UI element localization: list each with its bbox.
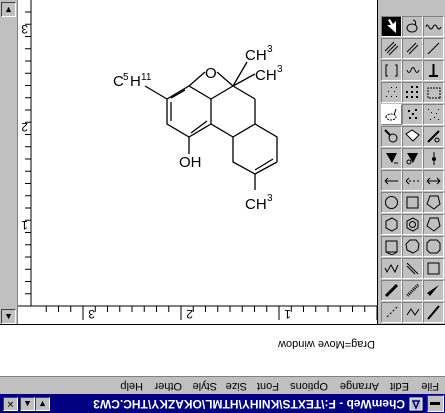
label-ch3-b-sub: 3 xyxy=(267,44,273,55)
vertical-scrollbar[interactable]: ▲ ▼ xyxy=(0,0,18,324)
scroll-up-button[interactable]: ▲ xyxy=(1,309,16,324)
double-arrow-tool[interactable] xyxy=(423,170,444,191)
stipple-tool-a[interactable] xyxy=(423,104,444,125)
app-window: ChemWeb - F:\TEXTS\KNIHY\HTML\OKAZKY\THC… xyxy=(0,0,445,413)
horizontal-ruler: 1 2 3 xyxy=(17,305,377,321)
minimize-button[interactable]: ▼ xyxy=(35,397,50,411)
label-c5h11-h: H xyxy=(130,73,141,90)
ruler-label-1: 1 xyxy=(284,307,291,321)
title-bar[interactable]: ChemWeb - F:\TEXTS\KNIHY\HTML\OKAZKY\THC… xyxy=(0,394,445,413)
diagonal-bond-tool[interactable] xyxy=(402,258,423,279)
maximize-button[interactable]: ▲ xyxy=(20,397,35,411)
stipple-tool-b[interactable] xyxy=(402,104,423,125)
ruler-label-3: 3 xyxy=(88,307,95,321)
hexagon-ring-tool[interactable] xyxy=(381,236,402,257)
wedge-bond-tool[interactable] xyxy=(423,280,444,301)
menu-arrange[interactable]: Arrange xyxy=(340,380,379,392)
eraser-tool[interactable] xyxy=(402,126,423,147)
scroll-down-button[interactable]: ▼ xyxy=(1,2,16,17)
chain-tool[interactable] xyxy=(381,258,402,279)
menu-help[interactable]: Help xyxy=(120,380,143,392)
charge-tool[interactable] xyxy=(402,148,423,169)
label-oh: OH xyxy=(179,154,202,171)
vertical-ruler: 1 2 3 xyxy=(21,0,32,307)
arrow-tool[interactable] xyxy=(381,170,402,191)
pentagon-ring-tool[interactable] xyxy=(423,214,444,235)
vruler-label-3: 3 xyxy=(21,22,28,36)
menu-font[interactable]: Font xyxy=(257,380,279,392)
lasso-tool[interactable] xyxy=(402,16,423,37)
hashed-wedge-tool[interactable] xyxy=(402,280,423,301)
select-arrow-tool[interactable] xyxy=(381,16,402,37)
octagon-ring-tool[interactable] xyxy=(423,236,444,257)
bold-bond-tool[interactable] xyxy=(381,280,402,301)
orbital-tool[interactable] xyxy=(381,148,402,169)
cyclohexane-tool[interactable] xyxy=(381,214,402,235)
grid-tool[interactable] xyxy=(402,82,423,103)
menu-size[interactable]: Size xyxy=(226,380,247,392)
rect-select-tool[interactable] xyxy=(423,82,444,103)
bond-tool[interactable] xyxy=(423,38,444,59)
label-ring-oxygen: O xyxy=(205,65,217,82)
label-ch3-bottom-sub: 3 xyxy=(267,193,273,204)
menu-style[interactable]: Style xyxy=(193,380,217,392)
zigzag-chain-tool[interactable] xyxy=(402,302,423,323)
status-area: Drag=Move window xyxy=(0,324,445,376)
label-ch3-b: CH xyxy=(245,47,267,64)
double-bond-tool[interactable] xyxy=(402,38,423,59)
app-icon xyxy=(409,397,423,411)
lasso-select-tool[interactable] xyxy=(381,104,402,125)
tool-palette xyxy=(378,0,445,324)
drawing-canvas[interactable]: 1 2 3 1 2 3 CH 3 OH O C 5 H 11 CH 3 CH 3 xyxy=(17,0,378,324)
menu-edit[interactable]: Edit xyxy=(390,380,409,392)
cyclobutane-tool[interactable] xyxy=(402,192,423,213)
label-c5h11-sub2: 11 xyxy=(141,72,152,83)
dashed-arrow-tool[interactable] xyxy=(402,170,423,191)
status-message: Drag=Move window xyxy=(278,338,375,350)
electron-tool[interactable] xyxy=(423,148,444,169)
wave-tool[interactable] xyxy=(423,16,444,37)
label-ch3-a: CH xyxy=(255,67,277,84)
text-tool[interactable] xyxy=(423,60,444,81)
canvas-svg: 1 2 3 1 2 3 CH 3 OH O C 5 H 11 CH 3 CH 3 xyxy=(17,0,377,321)
pen-tool[interactable] xyxy=(423,126,444,147)
ruler-label-2: 2 xyxy=(186,307,193,321)
menu-other[interactable]: Other xyxy=(154,380,182,392)
bond-wedge-tool[interactable] xyxy=(423,302,444,323)
heptagon-ring-tool[interactable] xyxy=(402,236,423,257)
magnify-tool[interactable] xyxy=(381,126,402,147)
menu-file[interactable]: File xyxy=(421,380,439,392)
close-button[interactable]: ✕ xyxy=(3,397,18,411)
benzene-ring-tool[interactable] xyxy=(402,214,423,235)
menu-bar: File Edit Arrange Options Font Size Styl… xyxy=(0,376,445,394)
square-tool[interactable] xyxy=(423,258,444,279)
window-title: ChemWeb - F:\TEXTS\KNIHY\HTML\OKAZKY\THC… xyxy=(93,397,405,411)
menu-options[interactable]: Options xyxy=(290,380,328,392)
bracket-tool[interactable] xyxy=(381,60,402,81)
label-ch3-a-sub: 3 xyxy=(277,64,283,75)
system-menu-button[interactable] xyxy=(427,395,444,412)
wavy-bond-tool[interactable] xyxy=(402,60,423,81)
label-c5h11-sub1: 5 xyxy=(123,72,129,83)
vruler-label-2: 2 xyxy=(21,120,28,134)
triple-bond-tool[interactable] xyxy=(381,38,402,59)
cyclopropane-tool[interactable] xyxy=(381,192,402,213)
cyclopentane-tool[interactable] xyxy=(423,192,444,213)
label-ch3-bottom: CH xyxy=(245,196,267,213)
vruler-label-1: 1 xyxy=(21,218,28,232)
dashed-bond-tool[interactable] xyxy=(381,302,402,323)
dots-tool[interactable] xyxy=(381,82,402,103)
